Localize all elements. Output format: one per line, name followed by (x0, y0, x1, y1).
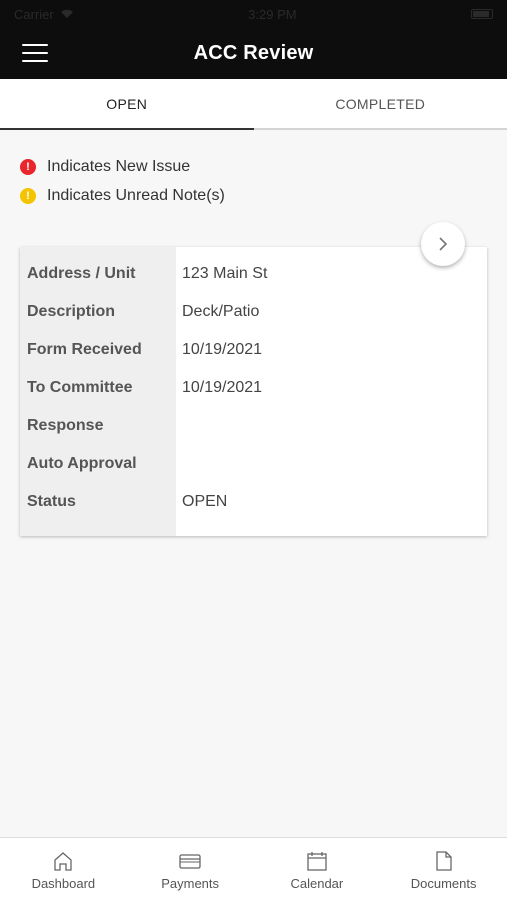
nav-calendar-label: Calendar (290, 876, 344, 891)
status-left: Carrier (14, 7, 74, 22)
unread-note-alert-icon: ! (20, 187, 36, 204)
menu-icon[interactable] (22, 44, 48, 62)
document-icon (435, 851, 452, 871)
label-status: Status (27, 493, 76, 510)
label-to-committee: To Committee (27, 379, 133, 396)
nav-documents[interactable]: Documents (380, 838, 507, 900)
value-address: 123 Main St (182, 265, 268, 282)
review-card[interactable]: Address / Unit Description Form Received… (20, 247, 487, 536)
legend-new-issue-label: Indicates New Issue (47, 157, 191, 175)
tab-open[interactable]: OPEN (0, 79, 254, 130)
value-description: Deck/Patio (182, 303, 260, 320)
legend: ! Indicates New Issue ! Indicates Unread… (20, 152, 225, 210)
label-form-received: Form Received (27, 341, 142, 358)
nav-payments-label: Payments (161, 876, 220, 891)
label-address: Address / Unit (27, 265, 136, 282)
calendar-icon (307, 852, 327, 871)
legend-new-issue: ! Indicates New Issue (20, 152, 225, 181)
nav-dashboard-label: Dashboard (31, 876, 96, 891)
tab-bar: OPEN COMPLETED (0, 79, 507, 130)
home-icon (54, 852, 73, 871)
status-bar: Carrier 3:29 PM (0, 0, 507, 28)
nav-documents-label: Documents (410, 876, 477, 891)
card-labels: Address / Unit Description Form Received… (20, 247, 176, 536)
carrier-label: Carrier (14, 6, 54, 22)
wifi-icon (60, 7, 74, 22)
new-issue-alert-icon: ! (20, 158, 36, 175)
nav-calendar[interactable]: Calendar (254, 838, 381, 900)
credit-card-icon (179, 854, 201, 869)
battery-icon (471, 9, 493, 19)
app-header: ACC Review (0, 28, 507, 79)
open-detail-button[interactable] (421, 222, 465, 266)
label-response: Response (27, 417, 104, 434)
value-status: OPEN (182, 493, 228, 510)
status-time: 3:29 PM (248, 6, 297, 22)
nav-payments[interactable]: Payments (127, 838, 254, 900)
legend-unread-note-label: Indicates Unread Note(s) (47, 186, 225, 204)
page-title: ACC Review (193, 42, 314, 64)
value-form-received: 10/19/2021 (182, 341, 263, 358)
tab-completed[interactable]: COMPLETED (254, 79, 507, 128)
value-to-committee: 10/19/2021 (182, 379, 263, 396)
value-response (176, 416, 487, 454)
nav-dashboard[interactable]: Dashboard (0, 838, 127, 900)
chevron-right-icon (439, 237, 448, 251)
card-values: 123 Main St Deck/Patio 10/19/2021 10/19/… (176, 247, 487, 536)
legend-unread-note: ! Indicates Unread Note(s) (20, 181, 225, 210)
label-auto-approval: Auto Approval (27, 455, 137, 472)
value-auto-approval (176, 454, 487, 492)
bottom-nav: Dashboard Payments Calendar Documents (0, 837, 507, 900)
label-description: Description (27, 303, 116, 320)
